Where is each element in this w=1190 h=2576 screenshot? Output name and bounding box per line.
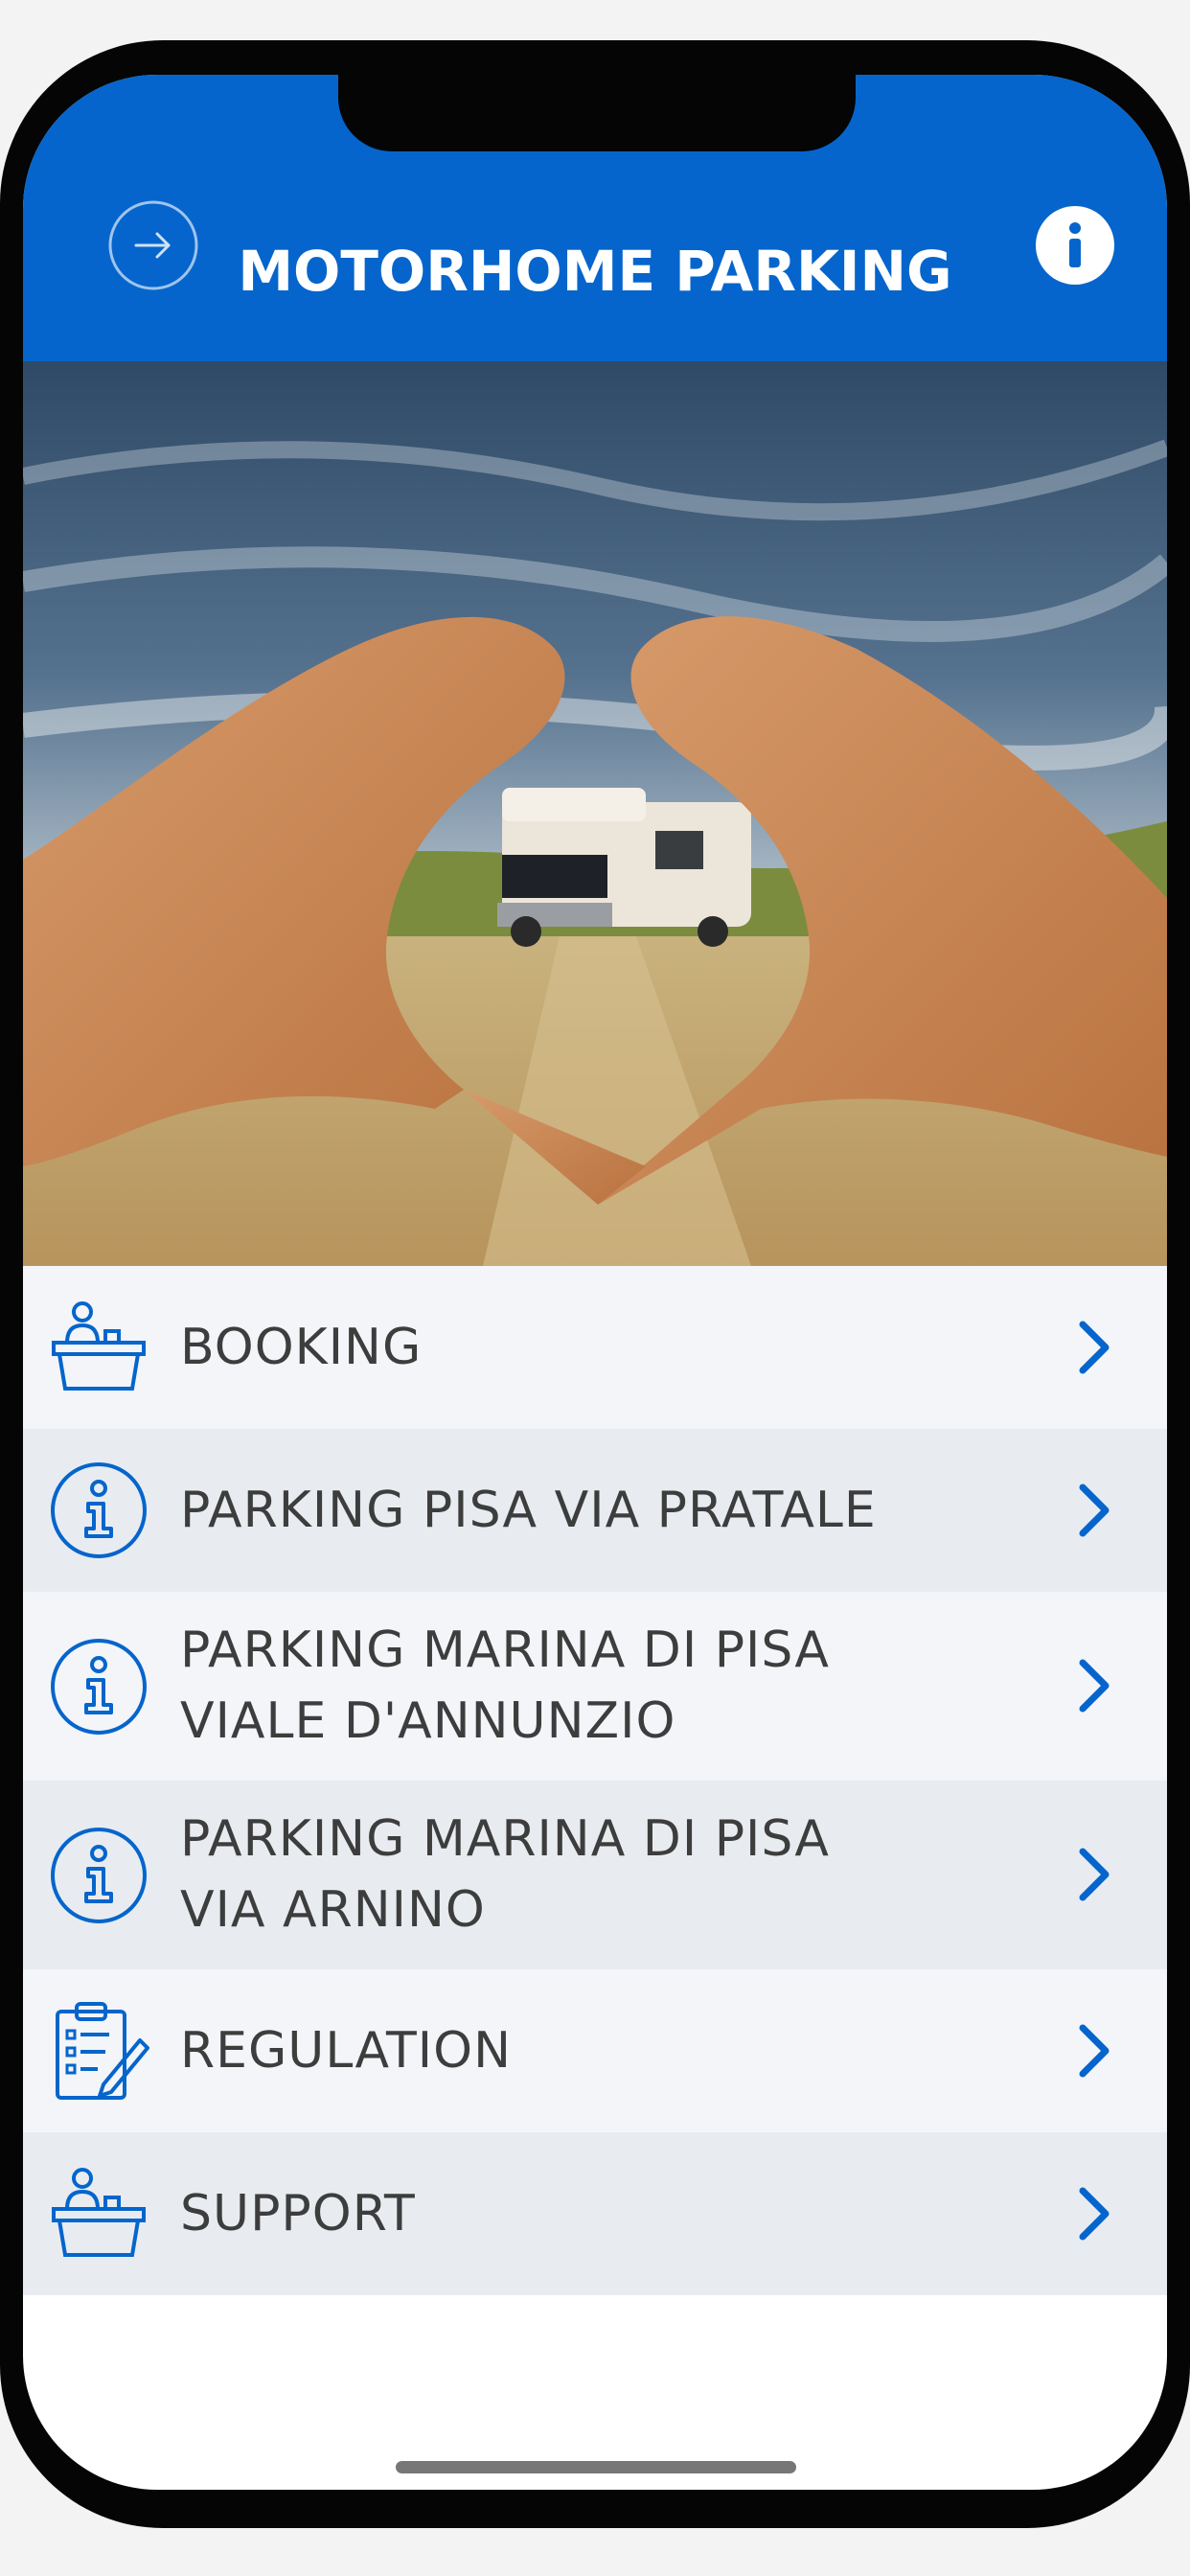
- info-circle-icon: [46, 1458, 151, 1563]
- reception-desk-icon: [46, 1295, 151, 1400]
- reception-desk-icon: [46, 2161, 151, 2266]
- menu-item-regulation[interactable]: REGULATION: [23, 1969, 1167, 2132]
- info-circle-icon: [1036, 206, 1114, 285]
- hero-image: [23, 361, 1167, 1266]
- chevron-right-icon: [1073, 1480, 1115, 1541]
- chevron-right-icon: [1073, 1655, 1115, 1716]
- menu-item-parking-marina-viale-dannunzio[interactable]: PARKING MARINA DI PISA VIALE D'ANNUNZIO: [23, 1592, 1167, 1781]
- menu-item-parking-marina-via-arnino[interactable]: PARKING MARINA DI PISA VIA ARNINO: [23, 1781, 1167, 1969]
- menu-item-label: SUPPORT: [180, 2185, 416, 2242]
- chevron-right-icon: [1073, 2020, 1115, 2082]
- page-title: MOTORHOME PARKING: [238, 239, 952, 304]
- menu-item-parking-pisa-via-pratale[interactable]: PARKING PISA VIA PRATALE: [23, 1429, 1167, 1592]
- info-circle-icon: [46, 1634, 151, 1739]
- chevron-right-icon: [1073, 1844, 1115, 1905]
- app-screen: MOTORHOME PARKING BOOKING PARKING PISA V…: [23, 75, 1167, 2490]
- info-circle-icon: [46, 1823, 151, 1928]
- main-menu: BOOKING PARKING PISA VIA PRATALE PARKING…: [23, 1266, 1167, 2295]
- menu-item-label: REGULATION: [180, 2022, 512, 2080]
- chevron-right-icon: [1073, 1317, 1115, 1378]
- phone-notch: [338, 75, 856, 151]
- menu-item-label: BOOKING: [180, 1319, 423, 1376]
- menu-item-label: PARKING MARINA DI PISA VIA ARNINO: [180, 1810, 830, 1939]
- home-indicator[interactable]: [396, 2461, 796, 2473]
- menu-item-label: PARKING MARINA DI PISA VIALE D'ANNUNZIO: [180, 1622, 830, 1750]
- menu-item-booking[interactable]: BOOKING: [23, 1266, 1167, 1429]
- menu-item-support[interactable]: SUPPORT: [23, 2132, 1167, 2295]
- heart-hands-motorhome-photo: [23, 361, 1167, 1266]
- clipboard-pen-icon: [46, 1998, 151, 2104]
- info-button[interactable]: [1035, 205, 1115, 286]
- menu-item-label: PARKING PISA VIA PRATALE: [180, 1482, 877, 1539]
- chevron-right-icon: [1073, 2183, 1115, 2244]
